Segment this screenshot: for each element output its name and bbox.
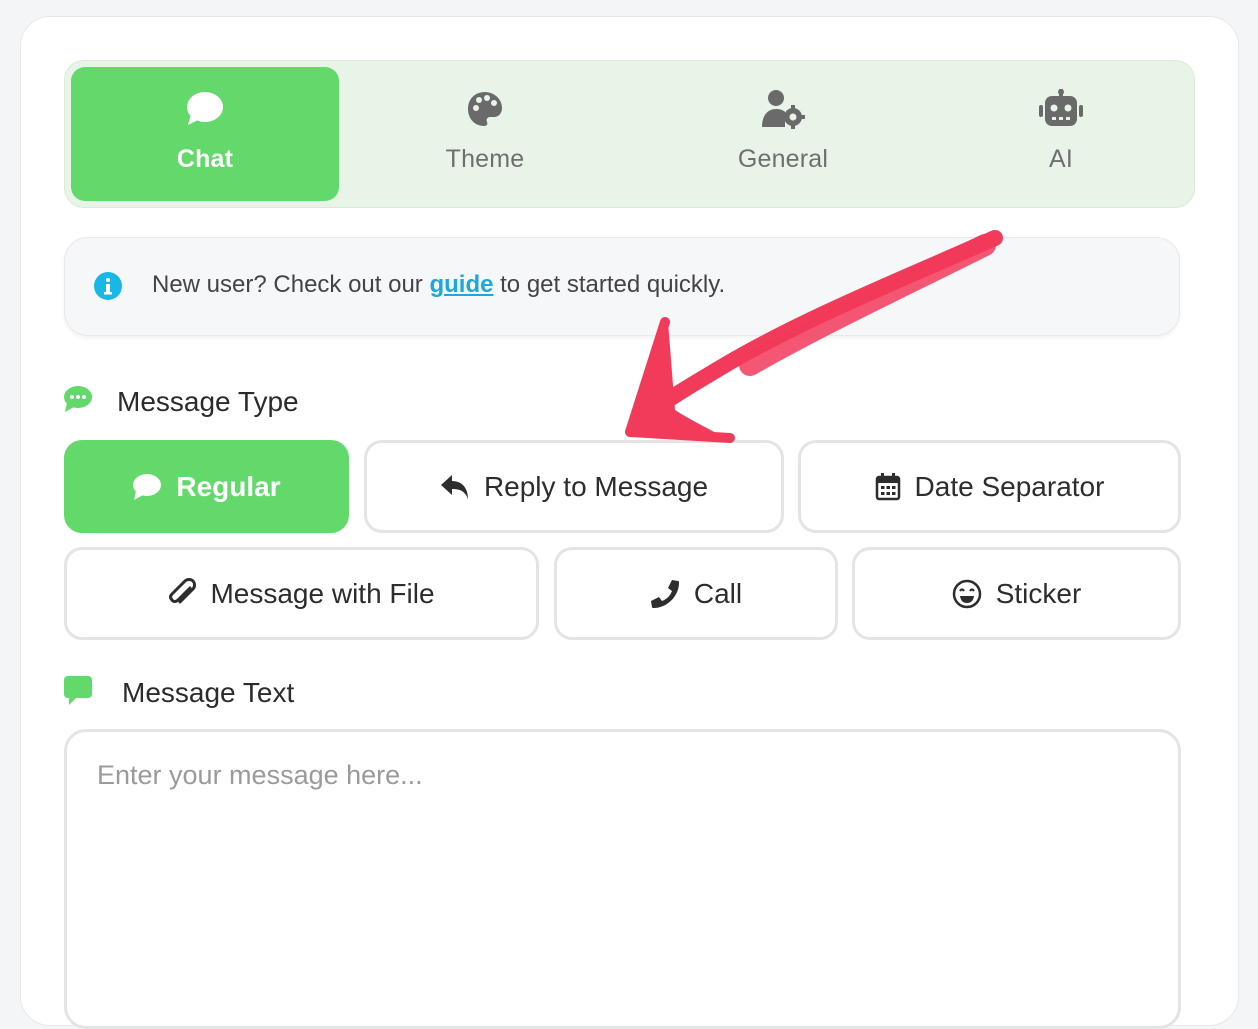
comment-icon (63, 674, 93, 711)
guide-link[interactable]: guide (429, 271, 493, 298)
tab-label: Chat (176, 145, 234, 173)
grin-face-icon (952, 579, 982, 609)
info-text-before: New user? Check out our (152, 271, 430, 298)
sticker-label: Sticker (995, 577, 1082, 609)
tab-label: General (737, 145, 829, 173)
reply-arrow-icon (440, 474, 470, 500)
paperclip-icon (168, 577, 197, 610)
robot-icon (1037, 89, 1085, 129)
chat-dots-icon (63, 385, 93, 418)
message-type-title: Message Type (117, 385, 299, 417)
chat-bubble-icon (185, 89, 225, 129)
palette-icon (466, 89, 504, 129)
call-button[interactable]: Call (554, 547, 838, 640)
info-circle-icon (93, 271, 123, 306)
message-with-file-button[interactable]: Message with File (64, 547, 539, 640)
message-text-heading: Message Text (63, 674, 294, 711)
tab-ai[interactable]: AI (921, 67, 1201, 201)
tab-theme[interactable]: Theme (345, 67, 625, 201)
tab-label: AI (1048, 145, 1074, 173)
call-label: Call (693, 577, 743, 609)
info-text-after: to get started quickly. (493, 271, 726, 298)
phone-icon (650, 579, 680, 609)
tab-label: Theme (445, 145, 525, 173)
info-banner: New user? Check out our guide to get sta… (64, 237, 1180, 336)
chat-bubble-icon (132, 473, 162, 501)
message-with-file-label: Message with File (210, 577, 435, 609)
sticker-button[interactable]: Sticker (852, 547, 1181, 640)
regular-button[interactable]: Regular (64, 440, 349, 533)
date-separator-button[interactable]: Date Separator (798, 440, 1181, 533)
reply-to-message-button[interactable]: Reply to Message (364, 440, 784, 533)
tab-general[interactable]: General (643, 67, 923, 201)
message-type-heading: Message Type (63, 385, 299, 418)
date-separator-label: Date Separator (914, 470, 1105, 502)
tab-chat[interactable]: Chat (71, 67, 339, 201)
tab-bar: Chat Theme General AI (64, 60, 1195, 208)
regular-label: Regular (176, 470, 281, 502)
info-text: New user? Check out our guide to get sta… (152, 271, 725, 299)
message-text-input[interactable] (64, 729, 1181, 1029)
message-text-title: Message Text (122, 676, 295, 708)
reply-to-message-label: Reply to Message (483, 470, 709, 502)
calendar-icon (875, 472, 901, 501)
user-gear-icon (761, 89, 805, 129)
